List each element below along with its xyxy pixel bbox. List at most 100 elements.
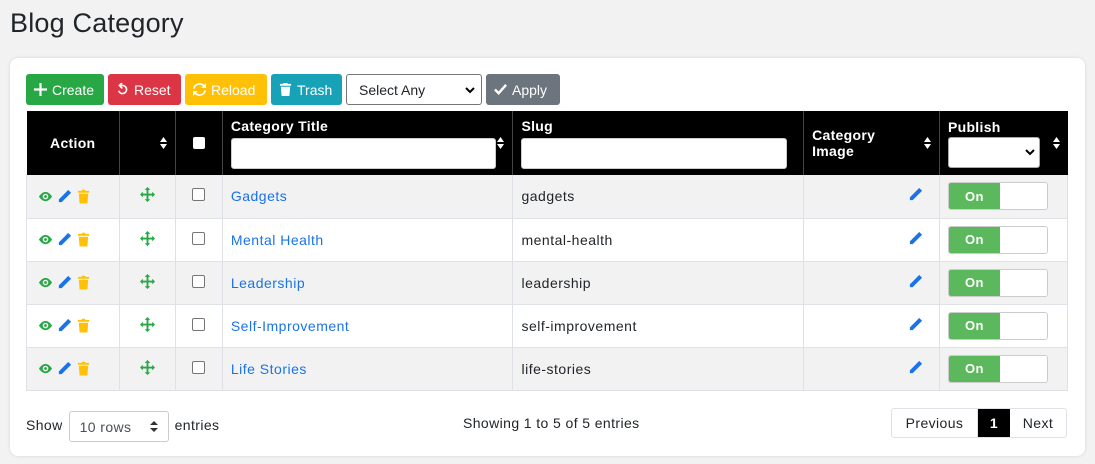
row-publish-cell: On [939, 175, 1069, 219]
pencil-icon[interactable] [57, 361, 72, 376]
row-checkbox[interactable] [192, 231, 206, 245]
row-title-cell: Leadership [222, 261, 514, 305]
pencil-icon[interactable] [57, 232, 72, 247]
trash-icon [279, 83, 292, 96]
row-actions [26, 261, 120, 305]
pencil-icon[interactable] [57, 275, 72, 290]
rows-per-page-select[interactable]: 10 rows [68, 411, 169, 442]
edit-image-pencil-icon[interactable] [908, 360, 923, 375]
publish-toggle[interactable]: On [947, 311, 1048, 340]
publish-toggle[interactable]: On [947, 354, 1048, 383]
publish-toggle-on: On [948, 355, 1000, 382]
header-slug[interactable]: Slug [512, 111, 805, 175]
publish-toggle-off [999, 226, 1047, 253]
toolbar: Create Reset Reload Trash Select Any App… [26, 74, 560, 105]
reset-button[interactable]: Reset [108, 74, 181, 105]
category-title-link[interactable]: Mental Health [231, 232, 324, 248]
pagination-page-1[interactable]: 1 [978, 409, 1010, 437]
row-drag-handle[interactable] [119, 304, 176, 348]
move-icon[interactable] [139, 230, 155, 246]
row-image-cell [803, 347, 940, 391]
select-all-checkbox[interactable] [192, 137, 205, 149]
trash-icon[interactable] [76, 318, 91, 333]
row-checkbox[interactable] [192, 274, 206, 288]
category-title-link[interactable]: Gadgets [231, 188, 287, 204]
row-slug-cell: gadgets [512, 175, 805, 219]
table-row: Gadgets gadgets On [26, 175, 1069, 219]
rows-per-page-value: 10 rows [79, 418, 132, 435]
category-title-link[interactable]: Life Stories [231, 361, 307, 377]
row-slug-cell: self-improvement [512, 304, 805, 348]
row-checkbox[interactable] [192, 188, 206, 202]
publish-toggle-on: On [948, 312, 1000, 339]
reload-button[interactable]: Reload [185, 74, 267, 105]
pencil-icon[interactable] [57, 189, 72, 204]
row-drag-handle[interactable] [119, 175, 176, 219]
category-title-link[interactable]: Leadership [231, 275, 305, 291]
row-slug-cell: life-stories [512, 347, 805, 391]
bulk-action-select[interactable]: Select Any [346, 74, 482, 105]
bulk-action-value: Select Any [359, 81, 426, 98]
trash-icon[interactable] [76, 275, 91, 290]
category-slug: gadgets [521, 188, 575, 205]
trash-icon[interactable] [76, 189, 91, 204]
publish-toggle[interactable]: On [947, 268, 1048, 297]
apply-button[interactable]: Apply [486, 74, 560, 105]
create-button[interactable]: Create [26, 74, 104, 105]
header-order[interactable] [119, 111, 176, 175]
table-header-row: Action Category Title Slug Category Imag… [26, 111, 1068, 175]
header-category-title-label: Category Title [230, 117, 329, 134]
edit-image-pencil-icon[interactable] [908, 317, 923, 332]
table-info: Showing 1 to 5 of 5 entries [463, 415, 640, 431]
header-publish[interactable]: Publish [939, 111, 1068, 175]
slug-filter-input[interactable] [521, 137, 788, 169]
eye-icon[interactable] [38, 361, 53, 376]
category-slug: life-stories [521, 360, 592, 377]
trash-button[interactable]: Trash [271, 74, 342, 105]
sort-icon [923, 137, 931, 149]
pagination-next[interactable]: Next [1010, 409, 1066, 437]
category-title-link[interactable]: Self-Improvement [231, 318, 349, 334]
sort-icon [497, 137, 505, 149]
check-icon [494, 84, 507, 95]
eye-icon[interactable] [38, 232, 53, 247]
eye-icon[interactable] [38, 189, 53, 204]
undo-icon [117, 83, 128, 95]
header-category-image-line1: Category [812, 127, 876, 143]
category-slug: mental-health [521, 231, 613, 248]
header-category-image[interactable]: Category Image [803, 111, 940, 175]
row-select [175, 218, 223, 262]
header-category-title[interactable]: Category Title [222, 111, 514, 175]
row-drag-handle[interactable] [119, 218, 176, 262]
category-title-filter-input[interactable] [230, 137, 497, 169]
sort-icon [159, 137, 167, 149]
move-icon[interactable] [139, 359, 155, 375]
publish-toggle[interactable]: On [947, 182, 1048, 211]
trash-icon[interactable] [76, 361, 91, 376]
move-icon[interactable] [139, 316, 155, 332]
row-drag-handle[interactable] [119, 347, 176, 391]
publish-filter-select[interactable] [947, 136, 1040, 168]
edit-image-pencil-icon[interactable] [908, 231, 923, 246]
header-category-image-line2: Image [812, 143, 855, 159]
row-drag-handle[interactable] [119, 261, 176, 305]
move-icon[interactable] [139, 273, 155, 289]
eye-icon[interactable] [38, 318, 53, 333]
edit-image-pencil-icon[interactable] [908, 274, 923, 289]
row-checkbox[interactable] [192, 360, 206, 374]
row-checkbox[interactable] [192, 317, 206, 331]
publish-toggle[interactable]: On [947, 225, 1048, 254]
eye-icon[interactable] [38, 275, 53, 290]
pagination-previous[interactable]: Previous [892, 409, 978, 437]
trash-icon[interactable] [76, 232, 91, 247]
row-select [175, 304, 223, 348]
pencil-icon[interactable] [57, 318, 72, 333]
category-slug: leadership [521, 274, 592, 291]
row-title-cell: Gadgets [222, 175, 514, 219]
header-action: Action [26, 111, 120, 175]
row-slug-cell: mental-health [512, 218, 805, 262]
row-select [175, 347, 223, 391]
row-image-cell [803, 304, 940, 348]
edit-image-pencil-icon[interactable] [908, 187, 923, 202]
move-icon[interactable] [139, 187, 155, 203]
